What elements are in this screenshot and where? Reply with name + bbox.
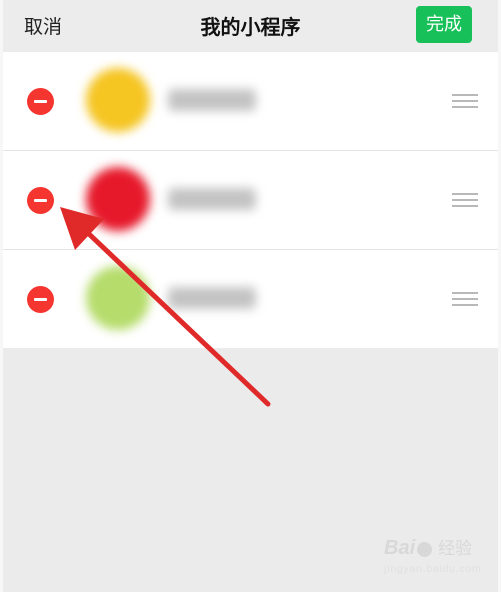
app-icon-red	[86, 167, 150, 231]
remove-icon[interactable]	[27, 286, 54, 313]
list-item	[3, 250, 498, 348]
mini-program-list	[3, 52, 498, 348]
drag-handle-icon[interactable]	[452, 292, 478, 306]
list-item	[3, 151, 498, 250]
drag-handle-icon[interactable]	[452, 94, 478, 108]
app-name-blurred	[168, 89, 256, 111]
remove-icon[interactable]	[27, 88, 54, 115]
watermark-url: jingyan.baidu.com	[384, 564, 482, 575]
list-item	[3, 52, 498, 151]
drag-handle-icon[interactable]	[452, 193, 478, 207]
done-button[interactable]: 完成	[416, 6, 472, 43]
app-name-blurred	[168, 287, 256, 309]
watermark-logo: Bai	[384, 537, 416, 559]
watermark-product: 经验	[438, 539, 473, 558]
remove-icon[interactable]	[27, 187, 54, 214]
app-icon-green	[86, 266, 150, 330]
nav-header: 取消 我的小程序 完成	[3, 0, 498, 50]
app-icon-yellow	[86, 68, 150, 132]
baidu-jingyan-watermark: Bai 经验 jingyan.baidu.com	[384, 534, 494, 584]
app-name-blurred	[168, 188, 256, 210]
paw-icon	[417, 542, 433, 558]
